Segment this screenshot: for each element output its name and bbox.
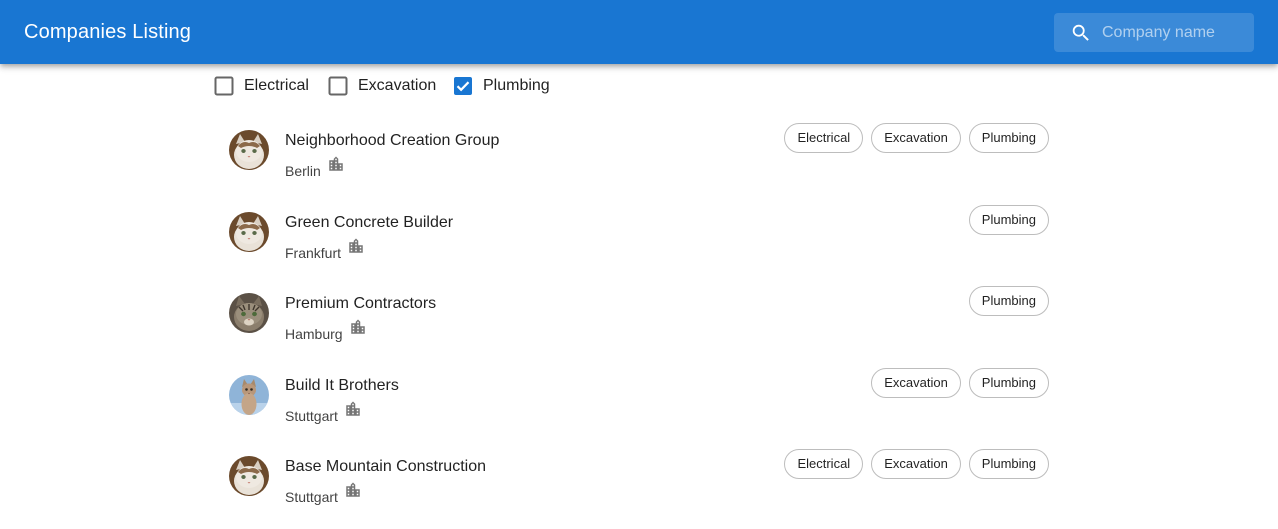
avatar: [229, 130, 269, 170]
avatar: [229, 456, 269, 496]
company-name: Build It Brothers: [285, 377, 399, 394]
avatar: [229, 293, 269, 333]
chip-plumbing[interactable]: Plumbing: [968, 286, 1049, 316]
checkbox-checked-icon[interactable]: [451, 74, 475, 98]
company-location: Hamburg: [285, 318, 367, 342]
company-city: Stuttgart: [285, 489, 338, 505]
checkbox-unchecked-icon[interactable]: [212, 74, 236, 98]
company-location: Stuttgart: [285, 400, 362, 424]
company-location: Berlin: [285, 155, 345, 179]
building-icon: [351, 319, 365, 334]
chip-electrical[interactable]: Electrical: [784, 123, 864, 153]
cat-photo-icon: [229, 293, 269, 333]
chip-plumbing[interactable]: Plumbing: [968, 449, 1049, 479]
company-row[interactable]: Base Mountain Construction Stuttgart Ele…: [229, 445, 1049, 515]
company-location: Stuttgart: [285, 481, 362, 505]
company-city: Frankfurt: [285, 245, 342, 261]
company-row[interactable]: Build It Brothers Stuttgart Excavation P…: [229, 364, 1049, 434]
filter-label: Excavation: [358, 77, 437, 94]
company-name: Base Mountain Construction: [285, 458, 486, 475]
chip-plumbing[interactable]: Plumbing: [968, 123, 1049, 153]
app-bar: Companies Listing: [0, 0, 1278, 64]
company-row[interactable]: Neighborhood Creation Group Berlin Elect…: [229, 119, 1049, 189]
search-input[interactable]: [1102, 13, 1250, 52]
company-name: Neighborhood Creation Group: [285, 132, 500, 149]
chip-plumbing[interactable]: Plumbing: [968, 205, 1049, 235]
building-icon: [346, 401, 361, 416]
company-location: Frankfurt: [285, 237, 365, 261]
cat-photo-icon: [229, 130, 269, 170]
building-icon: [349, 238, 364, 253]
building-icon: [329, 156, 343, 171]
filter-label: Electrical: [244, 77, 309, 94]
company-city: Hamburg: [285, 326, 343, 342]
company-row[interactable]: Green Concrete Builder Frankfurt Plumbin…: [229, 201, 1049, 271]
search-box[interactable]: [1054, 13, 1254, 52]
company-city: Berlin: [285, 163, 321, 179]
filter-label: Plumbing: [483, 77, 550, 94]
checkbox-unchecked-icon[interactable]: [326, 74, 350, 98]
specialty-chips: Plumbing: [968, 205, 1049, 235]
company-row[interactable]: Premium Contractors Hamburg Plumbing: [229, 282, 1049, 352]
chip-electrical[interactable]: Electrical: [784, 449, 864, 479]
specialty-chips: Plumbing: [968, 286, 1049, 316]
company-name: Premium Contractors: [285, 295, 437, 312]
avatar: [229, 212, 269, 252]
cat-photo-icon: [229, 456, 269, 496]
kitten-photo-icon: [229, 375, 269, 415]
chip-plumbing[interactable]: Plumbing: [968, 368, 1049, 398]
chip-excavation[interactable]: Excavation: [871, 368, 961, 398]
chip-excavation[interactable]: Excavation: [871, 449, 961, 479]
chip-excavation[interactable]: Excavation: [871, 123, 961, 153]
company-name: Green Concrete Builder: [285, 214, 454, 231]
cat-photo-icon: [229, 212, 269, 252]
specialty-chips: Excavation Plumbing: [871, 368, 1049, 398]
building-icon: [346, 482, 361, 497]
company-city: Stuttgart: [285, 408, 338, 424]
page-title: Companies Listing: [24, 21, 192, 43]
specialty-chips: Electrical Excavation Plumbing: [784, 449, 1049, 479]
avatar: [229, 375, 269, 415]
specialty-chips: Electrical Excavation Plumbing: [784, 123, 1049, 153]
search-icon: [1072, 24, 1089, 41]
